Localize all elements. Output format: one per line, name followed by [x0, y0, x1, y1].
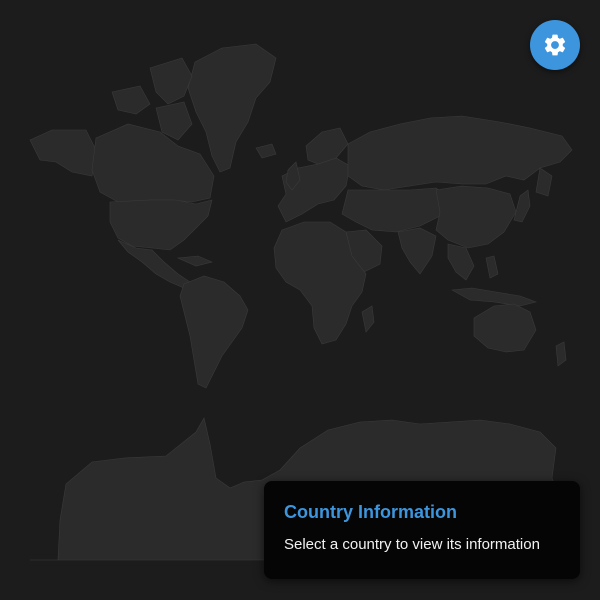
country-madagascar[interactable] — [361, 305, 375, 333]
country-south-america[interactable] — [179, 275, 249, 389]
country-info-panel: Country Information Select a country to … — [264, 481, 580, 579]
settings-button[interactable] — [530, 20, 580, 70]
country-australia[interactable] — [473, 303, 537, 353]
country-alaska[interactable] — [29, 129, 97, 177]
region-indonesia[interactable] — [451, 287, 538, 307]
country-china[interactable] — [435, 185, 517, 249]
map-app: Country Information Select a country to … — [0, 0, 600, 600]
country-japan[interactable] — [513, 189, 531, 223]
region-southeast-asia[interactable] — [447, 243, 475, 281]
country-new-zealand[interactable] — [555, 341, 567, 367]
region-europe[interactable] — [277, 157, 351, 223]
info-panel-title: Country Information — [284, 502, 457, 522]
country-usa[interactable] — [109, 199, 213, 251]
country-philippines[interactable] — [485, 255, 499, 279]
country-cuba[interactable] — [176, 255, 213, 267]
region-arctic-islands[interactable] — [149, 57, 193, 105]
region-kamchatka[interactable] — [535, 167, 553, 197]
region-central-asia[interactable] — [341, 187, 453, 233]
gear-icon — [542, 32, 568, 58]
info-panel-message: Select a country to view its information — [284, 536, 540, 553]
country-iceland[interactable] — [255, 143, 277, 159]
country-canada[interactable] — [91, 123, 215, 203]
region-scandinavia[interactable] — [305, 127, 349, 165]
country-india[interactable] — [397, 227, 437, 275]
region-arctic-islands-west[interactable] — [111, 85, 151, 115]
